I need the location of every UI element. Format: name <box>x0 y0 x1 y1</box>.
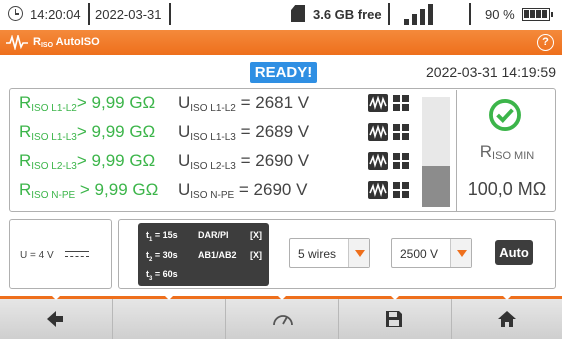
dar-pi-label: DAR/PI <box>198 230 229 240</box>
voltage-value: UISO L2-L3 = 2690 V <box>178 151 310 172</box>
back-arrow-icon <box>47 311 63 327</box>
u-setting-label: U = 4 V <box>20 250 54 261</box>
gauge-button[interactable] <box>226 296 339 339</box>
home-icon <box>498 311 516 327</box>
grid-table-icon[interactable] <box>393 124 409 140</box>
gauge-icon <box>273 315 293 326</box>
check-ok-icon <box>489 99 521 131</box>
resistance-value: RISO L1-L2> 9,99 GΩ <box>19 93 156 114</box>
divider <box>388 3 390 25</box>
dc-symbol-icon <box>65 251 89 259</box>
grid-table-icon[interactable] <box>393 182 409 198</box>
battery-percent: 90 % <box>485 7 515 22</box>
wires-select-value: 5 wires <box>298 247 337 261</box>
limit-value: 100,0 MΩ <box>467 179 547 199</box>
divider <box>88 3 90 25</box>
waveform-graph-icon[interactable] <box>368 181 388 199</box>
voltage-setting-box[interactable]: U = 4 V <box>9 219 112 289</box>
empty-button[interactable] <box>113 296 226 339</box>
measurement-settings: t1 = 15s DAR/PI [X] t2 = 30s AB1/AB2 [X]… <box>118 219 556 289</box>
time-setting-row: t3 = 60s <box>146 269 178 282</box>
notch <box>165 296 173 300</box>
status-date: 2022-03-31 <box>95 7 162 22</box>
help-button[interactable]: ? <box>537 34 554 51</box>
time-setting-row: t1 = 15s <box>146 230 178 243</box>
notch <box>391 296 399 300</box>
waveform-graph-icon[interactable] <box>368 94 388 112</box>
grid-table-icon[interactable] <box>393 95 409 111</box>
notch <box>503 296 511 300</box>
dar-pi-flag: [X] <box>250 230 262 240</box>
title-bar: RISO AutoISO ? <box>0 30 562 55</box>
back-button[interactable] <box>0 296 113 339</box>
grid-table-icon[interactable] <box>393 153 409 169</box>
ab-label: AB1/AB2 <box>198 250 237 260</box>
status-bar: 14:20:04 2022-03-31 3.6 GB free 90 % <box>0 0 562 30</box>
ab-flag: [X] <box>250 250 262 260</box>
waveform-graph-icon[interactable] <box>368 152 388 170</box>
measurement-datetime: 2022-03-31 14:19:59 <box>426 64 556 80</box>
results-panel: RISO L1-L2> 9,99 GΩ UISO L1-L2 = 2681 V … <box>9 88 556 212</box>
result-row: RISO N-PE > 9,99 GΩ UISO N-PE = 2690 V <box>10 180 430 202</box>
home-button[interactable] <box>452 296 562 339</box>
voltage-select[interactable]: 2500 V <box>391 238 472 268</box>
status-time: 14:20:04 <box>30 7 81 22</box>
voltage-select-value: 2500 V <box>400 247 439 261</box>
resistance-value: RISO L1-L3> 9,99 GΩ <box>19 122 156 143</box>
limit-label: RISO MIN <box>479 142 535 162</box>
resistance-value: RISO L2-L3> 9,99 GΩ <box>19 151 156 172</box>
auto-button[interactable]: Auto <box>495 240 533 265</box>
save-button[interactable] <box>339 296 452 339</box>
ready-status-badge: READY! <box>250 62 317 83</box>
divider <box>469 3 471 25</box>
signal-strength-icon <box>404 3 440 25</box>
resistance-value: RISO N-PE > 9,99 GΩ <box>19 180 159 201</box>
save-disk-icon <box>386 311 402 327</box>
voltage-value: UISO L1-L2 = 2681 V <box>178 93 310 114</box>
level-bar <box>422 97 450 207</box>
divider <box>169 3 171 25</box>
bottom-toolbar <box>0 296 562 339</box>
page-title: RISO AutoISO <box>33 36 100 49</box>
time-setting-row: t2 = 30s <box>146 250 178 263</box>
level-bar-fill <box>422 166 450 207</box>
notch <box>278 296 286 300</box>
sd-card-icon <box>291 5 305 22</box>
battery-icon <box>522 8 553 21</box>
voltage-value: UISO L1-L3 = 2689 V <box>178 122 310 143</box>
waveform-graph-icon[interactable] <box>368 123 388 141</box>
waveform-icon <box>6 35 28 50</box>
free-space: 3.6 GB free <box>313 7 382 22</box>
wires-select[interactable]: 5 wires <box>289 238 370 268</box>
voltage-value: UISO N-PE = 2690 V <box>178 180 308 201</box>
result-row: RISO L1-L2> 9,99 GΩ UISO L1-L2 = 2681 V <box>10 93 430 115</box>
chevron-down-icon[interactable] <box>348 239 369 267</box>
result-row: RISO L2-L3> 9,99 GΩ UISO L2-L3 = 2690 V <box>10 151 430 173</box>
chevron-down-icon[interactable] <box>450 239 471 267</box>
result-row: RISO L1-L3> 9,99 GΩ UISO L1-L3 = 2689 V <box>10 122 430 144</box>
time-settings-box[interactable]: t1 = 15s DAR/PI [X] t2 = 30s AB1/AB2 [X]… <box>138 223 269 286</box>
notch <box>52 296 60 300</box>
clock-icon <box>8 6 23 21</box>
